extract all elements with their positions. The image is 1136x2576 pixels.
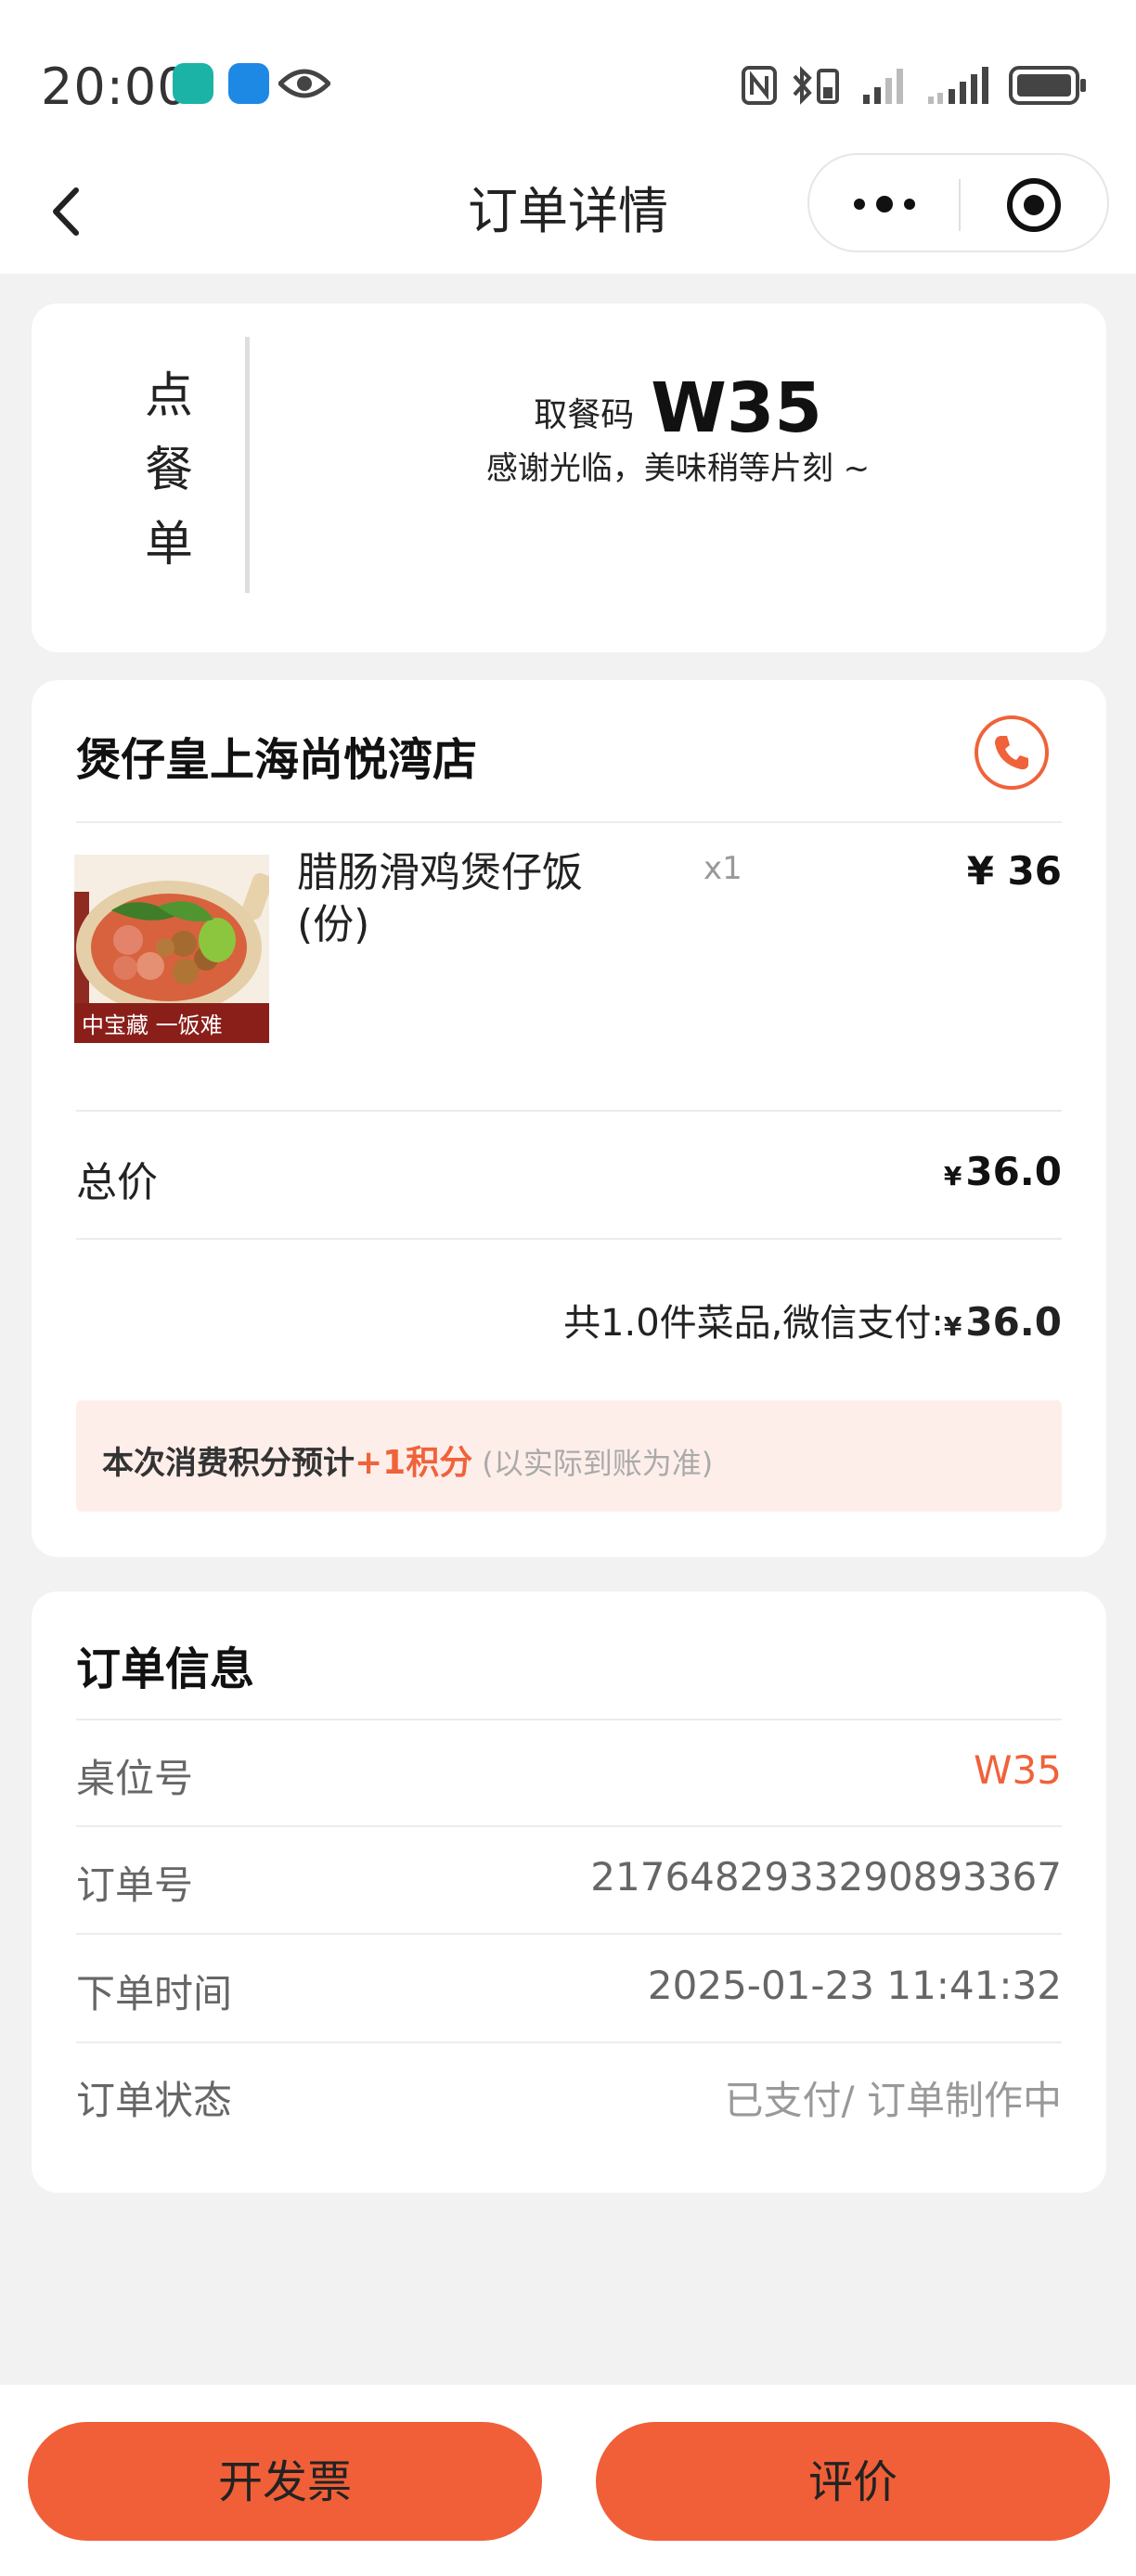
divider xyxy=(76,1110,1062,1112)
mini-program-capsule xyxy=(807,153,1109,252)
bottom-action-bar: 开发票 评价 xyxy=(0,2385,1136,2576)
payment-amount: 36.0 xyxy=(965,1299,1062,1345)
pickup-code: 取餐码 W35 xyxy=(250,368,1106,448)
app-notification-icon xyxy=(173,63,213,104)
dish-name: 腊肠滑鸡煲仔饭(份) xyxy=(297,849,583,948)
thanks-message: 感谢光临，美味稍等片刻 ~ xyxy=(485,450,871,487)
review-button[interactable]: 评价 xyxy=(596,2422,1110,2541)
divider xyxy=(76,1825,1062,1827)
claypot-rice-image: 中宝藏 一饭难 xyxy=(74,855,269,1043)
signal-secondary-icon xyxy=(928,67,988,104)
close-mini-program-icon[interactable] xyxy=(1004,175,1064,235)
capsule-divider xyxy=(959,179,961,231)
order-type-label: 点 餐 单 xyxy=(113,359,225,582)
order-type-char: 单 xyxy=(144,517,193,573)
eye-icon xyxy=(278,69,330,98)
phone-icon xyxy=(995,736,1028,770)
payment-summary: 共1.0件菜品,微信支付:¥36.0 xyxy=(563,1293,1062,1346)
points-value: +1积分 xyxy=(355,1444,473,1482)
status-time: 20:00 xyxy=(41,58,190,116)
bluetooth-battery-icon xyxy=(793,66,839,105)
order-card: 煲仔皇上海尚悦湾店 中宝藏 一饭难 腊肠滑鸡煲仔饭(份) x1 ¥ 36 总价 … xyxy=(32,680,1106,1557)
total-label: 总价 xyxy=(76,1159,158,1206)
divider xyxy=(76,821,1062,823)
currency-symbol: ¥ xyxy=(943,1311,962,1342)
nfc-icon xyxy=(742,66,777,105)
order-status-value: 已支付/ 订单制作中 xyxy=(724,2078,1062,2123)
points-banner: 本次消费积分预计+1积分 (以实际到账为准) xyxy=(76,1400,1062,1512)
table-number-value: W35 xyxy=(974,1747,1062,1793)
battery-icon xyxy=(1009,66,1086,105)
invoice-button[interactable]: 开发票 xyxy=(28,2422,542,2541)
more-options-icon[interactable] xyxy=(850,188,919,220)
order-type-char: 点 xyxy=(144,368,193,424)
pickup-code-label: 取餐码 xyxy=(534,396,635,434)
order-info-card: 订单信息 桌位号 W35 订单号 2176482933290893367 下单时… xyxy=(32,1591,1106,2193)
points-text: 本次消费积分预计+1积分 (以实际到账为准) xyxy=(102,1436,713,1484)
dish-price: ¥ 36 xyxy=(966,848,1062,894)
pickup-code-value: W35 xyxy=(651,368,822,448)
divider xyxy=(76,1719,1062,1720)
call-store-button[interactable] xyxy=(975,715,1049,790)
nav-bar: 订单详情 xyxy=(0,153,1136,274)
total-price-value: 36.0 xyxy=(965,1149,1062,1194)
points-note: (以实际到账为准) xyxy=(482,1446,714,1481)
dish-image: 中宝藏 一饭难 xyxy=(74,855,269,1043)
payment-summary-text: 共1.0件菜品,微信支付: xyxy=(563,1302,944,1345)
divider xyxy=(76,1238,1062,1240)
currency-symbol: ¥ xyxy=(943,1161,962,1191)
weather-notification-icon xyxy=(228,63,269,104)
order-status-label: 订单状态 xyxy=(76,2078,233,2123)
order-number-label: 订单号 xyxy=(76,1862,194,1908)
order-number-value: 2176482933290893367 xyxy=(590,1854,1062,1900)
order-time-value: 2025-01-23 11:41:32 xyxy=(647,1963,1062,2008)
points-prefix: 本次消费积分预计 xyxy=(102,1445,355,1482)
order-time-label: 下单时间 xyxy=(76,1971,233,2016)
pickup-card: 点 餐 单 取餐码 W35 感谢光临，美味稍等片刻 ~ xyxy=(32,303,1106,652)
status-bar: 20:00 xyxy=(0,0,1136,158)
store-name: 煲仔皇上海尚悦湾店 xyxy=(76,734,478,786)
dish-image-banner: 中宝藏 一饭难 xyxy=(82,1012,223,1038)
total-price: ¥36.0 xyxy=(944,1149,1062,1194)
order-info-title: 订单信息 xyxy=(76,1643,255,1695)
dish-quantity: x1 xyxy=(704,850,742,887)
order-type-char: 餐 xyxy=(144,443,193,498)
table-number-label: 桌位号 xyxy=(76,1756,194,1801)
signal-icon xyxy=(863,69,903,104)
divider xyxy=(76,1933,1062,1935)
divider xyxy=(76,2041,1062,2043)
